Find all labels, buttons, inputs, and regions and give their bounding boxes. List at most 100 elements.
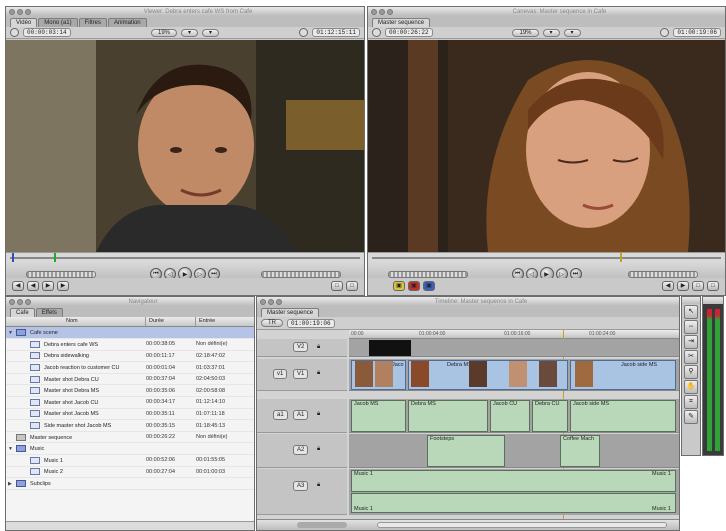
zoom-tool-icon[interactable]: ⚲ <box>684 365 698 379</box>
browser-sequence-row[interactable]: Master sequence 00:00:26:22 Non défini(e) <box>6 431 254 444</box>
canvas-match-icon[interactable]: □ <box>707 281 719 291</box>
canvas-mark-in-icon[interactable]: ◀ <box>662 281 674 291</box>
viewer-overlay-popup[interactable]: ▾ <box>202 28 220 37</box>
zoom-icon[interactable] <box>25 8 31 15</box>
tab-animation[interactable]: Animation <box>107 18 147 27</box>
mark-clip-icon[interactable]: ◀ <box>27 281 39 291</box>
a1-clip[interactable]: Jacob CU <box>490 400 530 432</box>
viewer-video-frame[interactable] <box>6 40 364 252</box>
canvas-video-frame[interactable] <box>368 40 725 252</box>
zoom-icon[interactable] <box>25 298 31 305</box>
browser-clip-row[interactable]: Master shot Debra CU 00:00:37:04 02:04:50:… <box>6 373 254 386</box>
canvas-duration-timecode[interactable]: 00:00:26:22 <box>385 28 433 37</box>
mark-out-icon[interactable]: ▶ <box>57 281 69 291</box>
hand-tool-icon[interactable]: ✋ <box>684 380 698 394</box>
viewer-duration-timecode[interactable]: 00:00:03:14 <box>23 28 71 37</box>
browser-clip-row[interactable]: Master shot Jacob CU 00:00:34:17 01:12:14:… <box>6 396 254 409</box>
track-header-a1[interactable]: a1 A1 🔒︎ <box>257 399 347 433</box>
canvas-overlay-popup[interactable]: ▾ <box>563 28 581 37</box>
a1-clip[interactable]: Jacob side MS <box>570 400 676 432</box>
close-icon[interactable] <box>9 298 15 305</box>
timeline-titlebar[interactable]: Timeline: Master sequence in Cafe <box>257 297 679 306</box>
track-label-v2[interactable]: V2 <box>293 342 309 352</box>
track-label-a2[interactable]: A2 <box>293 445 309 455</box>
track-header-v1[interactable]: v1 V1 🔒︎ <box>257 359 347 391</box>
track-header-a2[interactable]: A2 🔒︎ <box>257 434 347 468</box>
a1-clip[interactable]: Debra MS <box>408 400 488 432</box>
timeline-ruler[interactable]: 00:00 01:00:04:00 01:00:16:00 01:00:24:0… <box>349 330 679 339</box>
viewer-jog-control[interactable] <box>261 271 341 278</box>
select-tool-icon[interactable]: ⇔ <box>684 320 698 334</box>
track-label-v1[interactable]: V1 <box>293 369 309 379</box>
viewer-marker-icon[interactable]: □ <box>331 281 343 291</box>
viewer-scrubber-bar[interactable] <box>6 252 364 263</box>
tab-video[interactable]: Vidéo <box>10 18 38 27</box>
crop-tool-icon[interactable]: ⌗ <box>684 395 698 409</box>
browser-clip-row[interactable]: Jacob reaction to customer CU 00:00:01:04… <box>6 361 254 374</box>
canvas-jog-control[interactable] <box>628 271 698 278</box>
lock-icon[interactable]: 🔒︎ <box>317 482 320 489</box>
tab-cafe[interactable]: Cafe <box>10 308 35 317</box>
canvas-loop-icon[interactable] <box>660 28 670 37</box>
zoom-icon[interactable] <box>387 8 393 15</box>
match-frame-icon[interactable]: ◀ <box>12 281 24 291</box>
tab-mono[interactable]: Mono (a1) <box>38 18 78 27</box>
timeline-zoom-slider[interactable] <box>297 522 347 528</box>
timeline-scrollbar[interactable] <box>377 522 667 528</box>
tab-filters[interactable]: Filtres <box>78 18 107 27</box>
browser-bin-row[interactable]: ▼ Music <box>6 442 254 456</box>
viewer-view-popup[interactable]: ▾ <box>181 28 199 37</box>
tool-palette-titlebar[interactable] <box>682 297 700 304</box>
column-duration[interactable]: Durée <box>146 317 196 326</box>
browser-titlebar[interactable]: Navigateur <box>6 297 254 306</box>
disclosure-triangle-icon[interactable]: ▶ <box>8 481 16 487</box>
lock-icon[interactable]: 🔒︎ <box>317 370 320 377</box>
a2-clip-coffee-machine[interactable]: Coffee Mach <box>560 435 600 467</box>
insert-edit-icon[interactable]: ▣ <box>393 281 405 291</box>
browser-clip-row[interactable]: Music 1 00:00:52:06 00:01:55:05 <box>6 454 254 467</box>
v2-clip-black[interactable] <box>369 340 411 356</box>
canvas-view-popup[interactable]: ▾ <box>542 28 560 37</box>
canvas-marker-icon[interactable]: □ <box>692 281 704 291</box>
a1-clip[interactable]: Debra CU <box>532 400 568 432</box>
mark-in-icon[interactable]: ▶ <box>42 281 54 291</box>
track-a2[interactable]: Footsteps Coffee Mach <box>349 434 679 468</box>
track-v2[interactable] <box>349 339 679 357</box>
browser-bin-row[interactable]: ▼ Cafe scene <box>6 327 254 340</box>
tab-master-sequence[interactable]: Master sequence <box>372 18 431 27</box>
track-header-v2[interactable]: V2 🔒︎ <box>257 339 347 357</box>
viewer-titlebar[interactable]: Viewer: Debra enters cafe WS from Cafe <box>6 7 364 16</box>
viewer-match-icon[interactable]: □ <box>346 281 358 291</box>
canvas-shuttle-slider[interactable] <box>388 271 468 278</box>
timeline-current-timecode[interactable]: 01:00:19:06 <box>287 318 335 328</box>
canvas-zoom-popup[interactable]: 19% <box>512 28 539 37</box>
tab-effects[interactable]: Effets <box>35 308 63 317</box>
browser-clip-row[interactable]: Music 2 00:00:27:04 00:01:00:03 <box>6 466 254 479</box>
track-a3[interactable]: Music 1 Music 1 Music 1 Music 1 <box>349 469 679 515</box>
canvas-mark-out-icon[interactable]: ▶ <box>677 281 689 291</box>
browser-clip-row[interactable]: Master shot Debra MS 00:00:35:06 02:00:58:… <box>6 384 254 398</box>
browser-clip-row[interactable]: Debra enters cafe WS 00:00:38:05 Non défin… <box>6 338 254 351</box>
browser-bin-row[interactable]: ▶ Subclips <box>6 477 254 490</box>
minimize-icon[interactable] <box>379 8 385 15</box>
viewer-zoom-popup[interactable]: 19% <box>150 28 177 37</box>
column-in[interactable]: Entrée <box>196 317 215 326</box>
viewer-settings-icon[interactable] <box>10 28 19 37</box>
arrow-tool-icon[interactable]: ↖ <box>684 305 698 319</box>
canvas-titlebar[interactable]: Canevas: Master sequence in Cafe <box>368 7 725 16</box>
canvas-scrubber-bar[interactable] <box>368 252 725 263</box>
minimize-icon[interactable] <box>268 298 274 305</box>
razor-tool-icon[interactable]: ✂ <box>684 350 698 364</box>
disclosure-triangle-icon[interactable]: ▼ <box>8 330 16 336</box>
browser-clip-row[interactable]: Debra sidewalking 00:00:11:17 02:18:47:02 <box>6 350 254 363</box>
lock-icon[interactable]: 🔒︎ <box>317 446 320 453</box>
edit-tool-icon[interactable]: ⇥ <box>684 335 698 349</box>
patch-a1[interactable]: a1 <box>273 410 288 420</box>
browser-clip-row[interactable]: Side master shot Jacob MS 00:00:35:15 01:1… <box>6 419 254 432</box>
track-header-a3[interactable]: A3 🔒︎ <box>257 469 347 515</box>
viewer-loop-icon[interactable] <box>299 28 309 37</box>
audio-meters-titlebar[interactable] <box>703 297 723 304</box>
overwrite-edit-icon[interactable]: ▣ <box>408 281 420 291</box>
close-icon[interactable] <box>260 298 266 305</box>
viewer-shuttle-slider[interactable] <box>26 271 96 278</box>
